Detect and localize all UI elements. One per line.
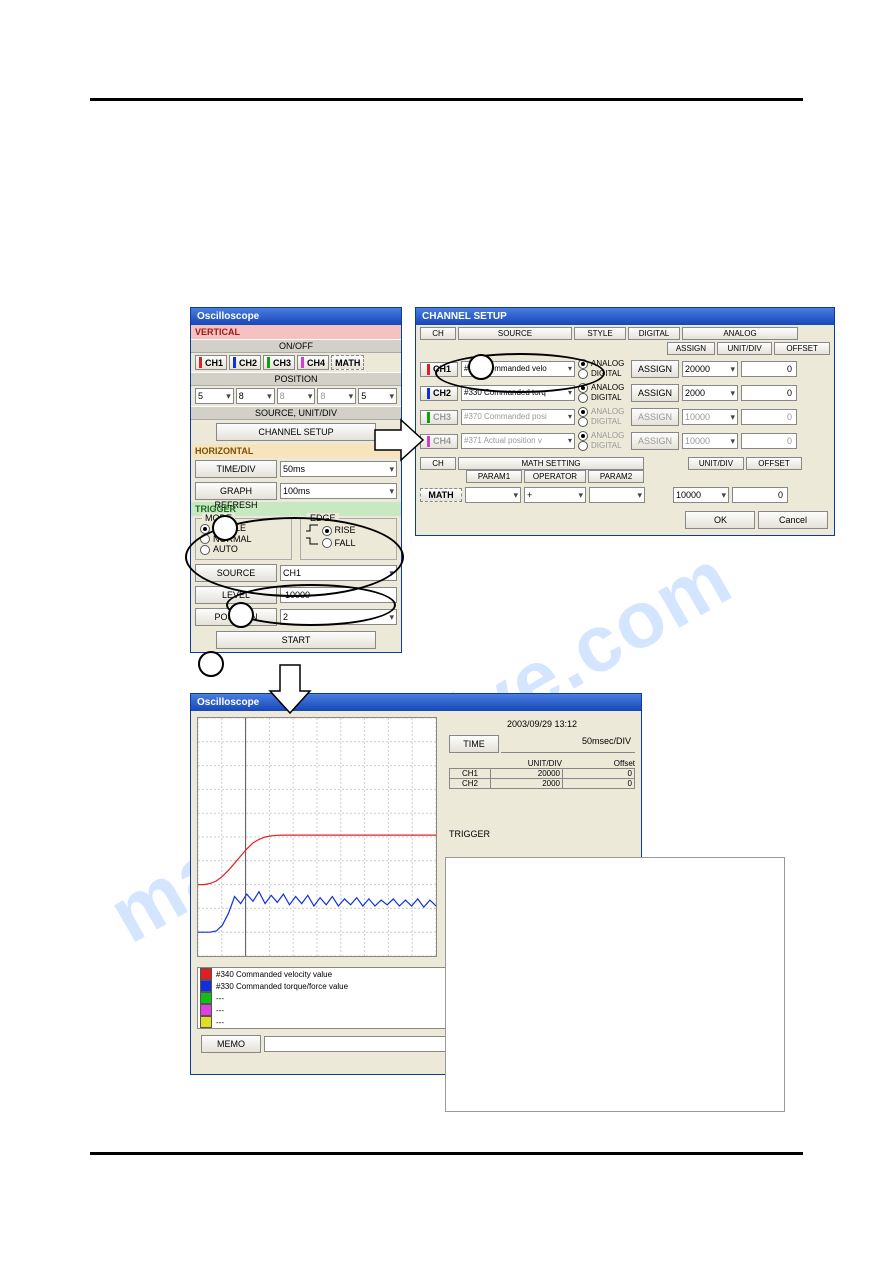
ch1-button[interactable]: CH1 [195,355,227,370]
annot-circle-1 [468,354,494,380]
assign-btn-3: ASSIGN [631,432,679,450]
time-div-label: TIME/DIV [195,460,277,478]
hdr-style: STYLE [574,327,626,340]
source-unitdiv-header: SOURCE, UNIT/DIV [191,406,401,420]
trigger-label-text: TRIGGER [449,829,635,839]
ch-source-2: #370 Commanded posi [461,409,575,425]
math-offset-input[interactable]: 0 [732,487,788,503]
result-row-1: CH2 2000 0 [449,779,635,789]
ok-button[interactable]: OK [685,511,755,529]
pos-math-select[interactable]: 5 [358,388,397,404]
pos-ch3-select: 8 [277,388,316,404]
mhdr-mathsetting: MATH SETTING [458,457,644,470]
ch3-button[interactable]: CH3 [263,355,295,370]
channel-setup-window: CHANNEL SETUP CH SOURCE STYLE DIGITAL AN… [415,307,835,536]
hdr-assign: ASSIGN [667,342,715,355]
time-value: 50msec/DIV [501,735,635,753]
math-param2-select[interactable] [589,487,645,503]
assign-btn-0[interactable]: ASSIGN [631,360,679,378]
chrow-3: CH4 #371 Actual position v ANALOG DIGITA… [416,429,834,453]
graph-refresh-select[interactable]: 100ms [280,483,397,499]
style-digital-1[interactable]: DIGITAL [578,393,628,403]
mhdr-param1: PARAM1 [466,470,522,483]
pos-ch2-select[interactable]: 8 [236,388,275,404]
onoff-header: ON/OFF [191,339,401,353]
ch4-button[interactable]: CH4 [297,355,329,370]
result-row-0: CH1 20000 0 [449,768,635,779]
col-unitdiv: UNIT/DIV [489,759,562,768]
mhdr-param2: PARAM2 [588,470,644,483]
annot-circle-2 [212,515,238,541]
memo-label: MEMO [201,1035,261,1053]
pos-ch4-select: 8 [317,388,356,404]
hdr-source: SOURCE [458,327,572,340]
channel-buttons-row: CH1 CH2 CH3 CH4 MATH [191,353,401,372]
mhdr-operator: OPERATOR [524,470,586,483]
math-unitdiv-select[interactable]: 10000 [673,487,729,503]
unitdiv-0[interactable]: 20000 [682,361,738,377]
chrow-2: CH3 #370 Commanded posi ANALOG DIGITAL A… [416,405,834,429]
math-operator-select[interactable]: + [524,487,586,503]
offset-3: 0 [741,433,797,449]
offset-0[interactable]: 0 [741,361,797,377]
blank-overlay [445,857,785,1112]
hdr-analog: ANALOG [682,327,798,340]
style-analog-2: ANALOG [578,407,628,417]
chsetup-title: CHANNEL SETUP [416,308,834,325]
time-label: TIME [449,735,499,753]
graph-refresh-label: GRAPH REFRESH [195,482,277,500]
unitdiv-1[interactable]: 2000 [682,385,738,401]
result-timestamp: 2003/09/29 13:12 [449,717,635,731]
channel-setup-button[interactable]: CHANNEL SETUP [216,423,376,441]
hdr-ch: CH [420,327,456,340]
cancel-button[interactable]: Cancel [758,511,828,529]
mhdr-unitdiv: UNIT/DIV [688,457,744,470]
math-button[interactable]: MATH [331,355,364,370]
assign-btn-2: ASSIGN [631,408,679,426]
math-ch-label[interactable]: MATH [420,488,462,502]
pos-ch1-select[interactable]: 5 [195,388,234,404]
ch2-button[interactable]: CH2 [229,355,261,370]
start-button[interactable]: START [216,631,376,649]
mhdr-offset: OFFSET [746,457,802,470]
unitdiv-2: 10000 [682,409,738,425]
style-digital-2: DIGITAL [578,417,628,427]
osc-title: Oscilloscope [191,308,401,325]
style-digital-3: DIGITAL [578,441,628,451]
ch-label-1[interactable]: CH2 [420,386,458,401]
result-title: Oscilloscope [191,694,641,711]
hdr-offset: OFFSET [774,342,830,355]
annot-circle-3 [228,602,254,628]
vertical-section-label: VERTICAL [191,325,401,339]
arrow-down-icon [265,663,315,723]
offset-1[interactable]: 0 [741,385,797,401]
arrow-right-icon [373,415,433,465]
annot-circle-4 [198,651,224,677]
position-header: POSITION [191,372,401,386]
horizontal-section-label: HORIZONTAL [191,444,401,458]
ch1-source-highlight-ellipse [435,353,605,393]
ch-source-3: #371 Actual position v [461,433,575,449]
hdr-unitdiv: UNIT/DIV [717,342,773,355]
hdr-digital: DIGITAL [628,327,680,340]
style-analog-3: ANALOG [578,431,628,441]
scope-chart [197,717,437,957]
assign-btn-1[interactable]: ASSIGN [631,384,679,402]
offset-2: 0 [741,409,797,425]
unitdiv-3: 10000 [682,433,738,449]
position-selects-row: 5 8 8 8 5 [191,386,401,406]
math-param1-select[interactable] [465,487,521,503]
col-offset: Offset [562,759,635,768]
